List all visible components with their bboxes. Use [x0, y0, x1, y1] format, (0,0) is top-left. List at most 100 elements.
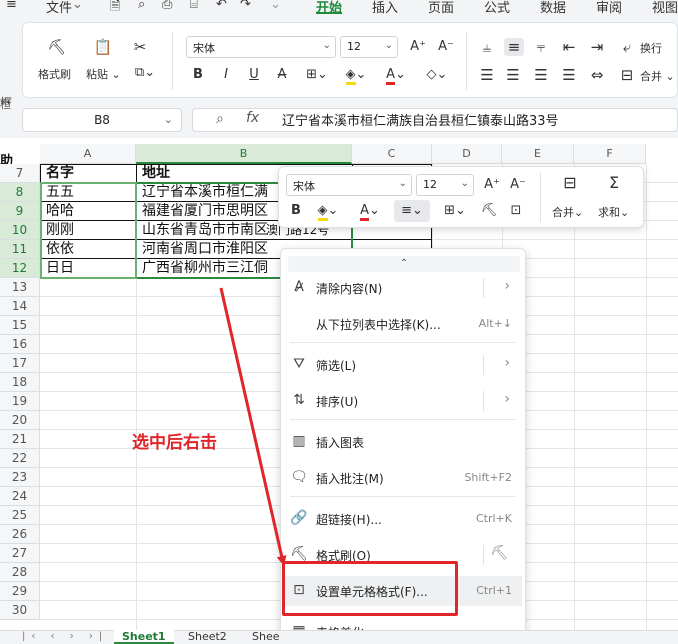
column-header-b[interactable]: B	[136, 144, 352, 164]
formula-content[interactable]: 辽宁省本溪市桓仁满族自治县桓仁镇泰山路33号	[282, 110, 559, 129]
chevron-right-icon[interactable]: ›	[504, 355, 510, 371]
format-painter-label[interactable]: 格式刷	[38, 66, 71, 82]
bold-icon[interactable]: B	[190, 66, 206, 84]
mini-merge-label[interactable]: 合并⌄	[552, 204, 583, 220]
row-header[interactable]: 9	[0, 202, 40, 221]
tab-insert[interactable]: 插入	[372, 0, 398, 14]
tab-view[interactable]: 视图	[652, 0, 678, 14]
tab-page[interactable]: 页面	[428, 0, 454, 14]
paste-label[interactable]: 粘贴 ⌄	[86, 66, 121, 82]
cell-a7[interactable]: 名字	[42, 164, 136, 183]
menu-file[interactable]: 文件	[46, 0, 72, 14]
mini-sum-icon[interactable]: Σ	[604, 174, 624, 192]
mini-fill-color-icon[interactable]: ◈⌄	[312, 202, 344, 221]
menu-item-sort[interactable]: ⇅ 排序(U) ›	[284, 386, 522, 416]
mini-increase-font-icon[interactable]: A⁺	[482, 176, 502, 194]
row-header[interactable]: 16	[0, 335, 40, 354]
indent-increase-icon[interactable]: ⇥	[588, 38, 606, 56]
wrap-label[interactable]: 换行	[640, 40, 662, 56]
mini-font-size-combo[interactable]: 12 ⌄	[416, 174, 474, 196]
row-header[interactable]: 27	[0, 544, 40, 563]
mini-cell-format-icon[interactable]: ⊡	[506, 202, 526, 220]
column-header-a[interactable]: A	[40, 144, 136, 164]
cut-icon[interactable]: ✂	[130, 38, 150, 56]
menu-icon[interactable]: ≡	[6, 0, 17, 12]
underline-icon[interactable]: U	[246, 66, 262, 84]
font-name-combo[interactable]: 宋体 ⌄	[186, 36, 336, 58]
chevron-right-icon[interactable]: ›	[504, 278, 510, 294]
undo-icon[interactable]: ↶	[216, 0, 227, 12]
row-header[interactable]: 21	[0, 430, 40, 449]
menu-item-clear-contents[interactable]: A̷ 清除内容(N) ›	[284, 273, 522, 303]
sheet-tab-3[interactable]: Shee	[244, 630, 288, 644]
column-header-c[interactable]: C	[352, 144, 432, 164]
chevron-up-icon[interactable]: ⌃	[288, 256, 520, 272]
align-bottom-icon[interactable]: ⫧	[532, 38, 550, 56]
mini-bold-icon[interactable]: B	[288, 202, 304, 220]
align-middle-icon[interactable]: ≡	[504, 38, 524, 56]
border-icon[interactable]: ⊞⌄	[302, 66, 332, 84]
row-header[interactable]: 17	[0, 354, 40, 373]
wrap-icon[interactable]: ⤶	[618, 38, 636, 56]
row-header[interactable]: 24	[0, 487, 40, 506]
tab-data[interactable]: 数据	[540, 0, 566, 14]
column-header-f[interactable]: F	[574, 144, 646, 164]
format-icon[interactable]: ⌕	[138, 0, 145, 12]
cell-a12[interactable]: 日日	[42, 259, 136, 278]
row-header[interactable]: 25	[0, 506, 40, 525]
zoom-icon[interactable]: ⌕	[216, 111, 224, 127]
mini-align-icon[interactable]: ≡⌄	[394, 200, 430, 222]
align-top-icon[interactable]: ⫨	[478, 38, 496, 56]
font-color-icon[interactable]: A⌄	[380, 66, 412, 85]
sheet-nav-icons[interactable]: |‹ ‹ › ›|	[22, 630, 108, 644]
cell-a8[interactable]: 五五	[42, 183, 136, 202]
menu-item-insert-comment[interactable]: 🗨 插入批注(M) Shift+F2	[284, 463, 522, 493]
mini-decrease-font-icon[interactable]: A⁻	[508, 176, 528, 194]
row-header[interactable]: 11	[0, 240, 40, 259]
menu-item-filter[interactable]: ⛛ 筛选(L) ›	[284, 350, 522, 380]
copy-icon[interactable]: ⧉⌄	[130, 64, 160, 82]
chevron-down-icon[interactable]: ⌄	[270, 0, 281, 12]
mini-format-painter-icon[interactable]: ⛏	[480, 202, 498, 220]
row-header[interactable]: 30	[0, 601, 40, 620]
decrease-font-icon[interactable]: A⁻	[436, 38, 456, 56]
column-header-d[interactable]: D	[432, 144, 502, 164]
align-center-icon[interactable]: ☰	[504, 66, 522, 84]
font-size-combo[interactable]: 12 ⌄	[340, 36, 398, 58]
chevron-right-icon[interactable]: ›	[504, 391, 510, 407]
menu-item-pick-from-list[interactable]: 从下拉列表中选择(K)... Alt+↓	[284, 309, 522, 339]
cell-a11[interactable]: 依依	[42, 240, 136, 259]
row-header[interactable]: 22	[0, 449, 40, 468]
fx-icon[interactable]: fx	[246, 110, 259, 126]
format-painter-icon[interactable]: ⛏	[46, 38, 68, 56]
cell-a10[interactable]: 刚刚	[42, 221, 136, 240]
row-header[interactable]: 14	[0, 297, 40, 316]
row-header[interactable]: 8	[0, 183, 40, 202]
mini-merge-icon[interactable]: ⊟	[558, 174, 582, 192]
tab-review[interactable]: 审阅	[596, 0, 622, 14]
mini-font-color-icon[interactable]: A⌄	[354, 202, 386, 221]
row-header[interactable]: 7	[0, 164, 40, 183]
row-header[interactable]: 29	[0, 582, 40, 601]
distribute-icon[interactable]: ⇔	[588, 66, 606, 84]
row-header[interactable]: 26	[0, 525, 40, 544]
name-box[interactable]: B8 ⌄	[22, 108, 182, 132]
menu-item-insert-chart[interactable]: ▥ 插入图表	[284, 427, 522, 457]
fill-color-icon[interactable]: ◈⌄	[340, 66, 372, 85]
indent-decrease-icon[interactable]: ⇤	[560, 38, 578, 56]
italic-icon[interactable]: I	[218, 66, 234, 84]
row-header[interactable]: 12	[0, 259, 40, 278]
redo-icon[interactable]: ↷	[240, 0, 251, 12]
format-painter-icon[interactable]: ⛏	[490, 545, 508, 561]
mini-font-name-combo[interactable]: 宋体 ⌄	[286, 174, 412, 196]
chevron-down-icon[interactable]: ⌄	[72, 0, 83, 12]
clear-format-icon[interactable]: ◇⌄	[420, 66, 454, 84]
row-header[interactable]: 19	[0, 392, 40, 411]
menu-item-hyperlink[interactable]: 🔗 超链接(H)... Ctrl+K	[284, 504, 522, 534]
save-icon[interactable]: 🗎	[110, 0, 120, 14]
increase-font-icon[interactable]: A⁺	[408, 38, 428, 56]
mini-border-icon[interactable]: ⊞⌄	[440, 202, 470, 220]
row-header[interactable]: 28	[0, 563, 40, 582]
align-right-icon[interactable]: ☰	[532, 66, 550, 84]
mini-sum-label[interactable]: 求和⌄	[598, 204, 629, 220]
